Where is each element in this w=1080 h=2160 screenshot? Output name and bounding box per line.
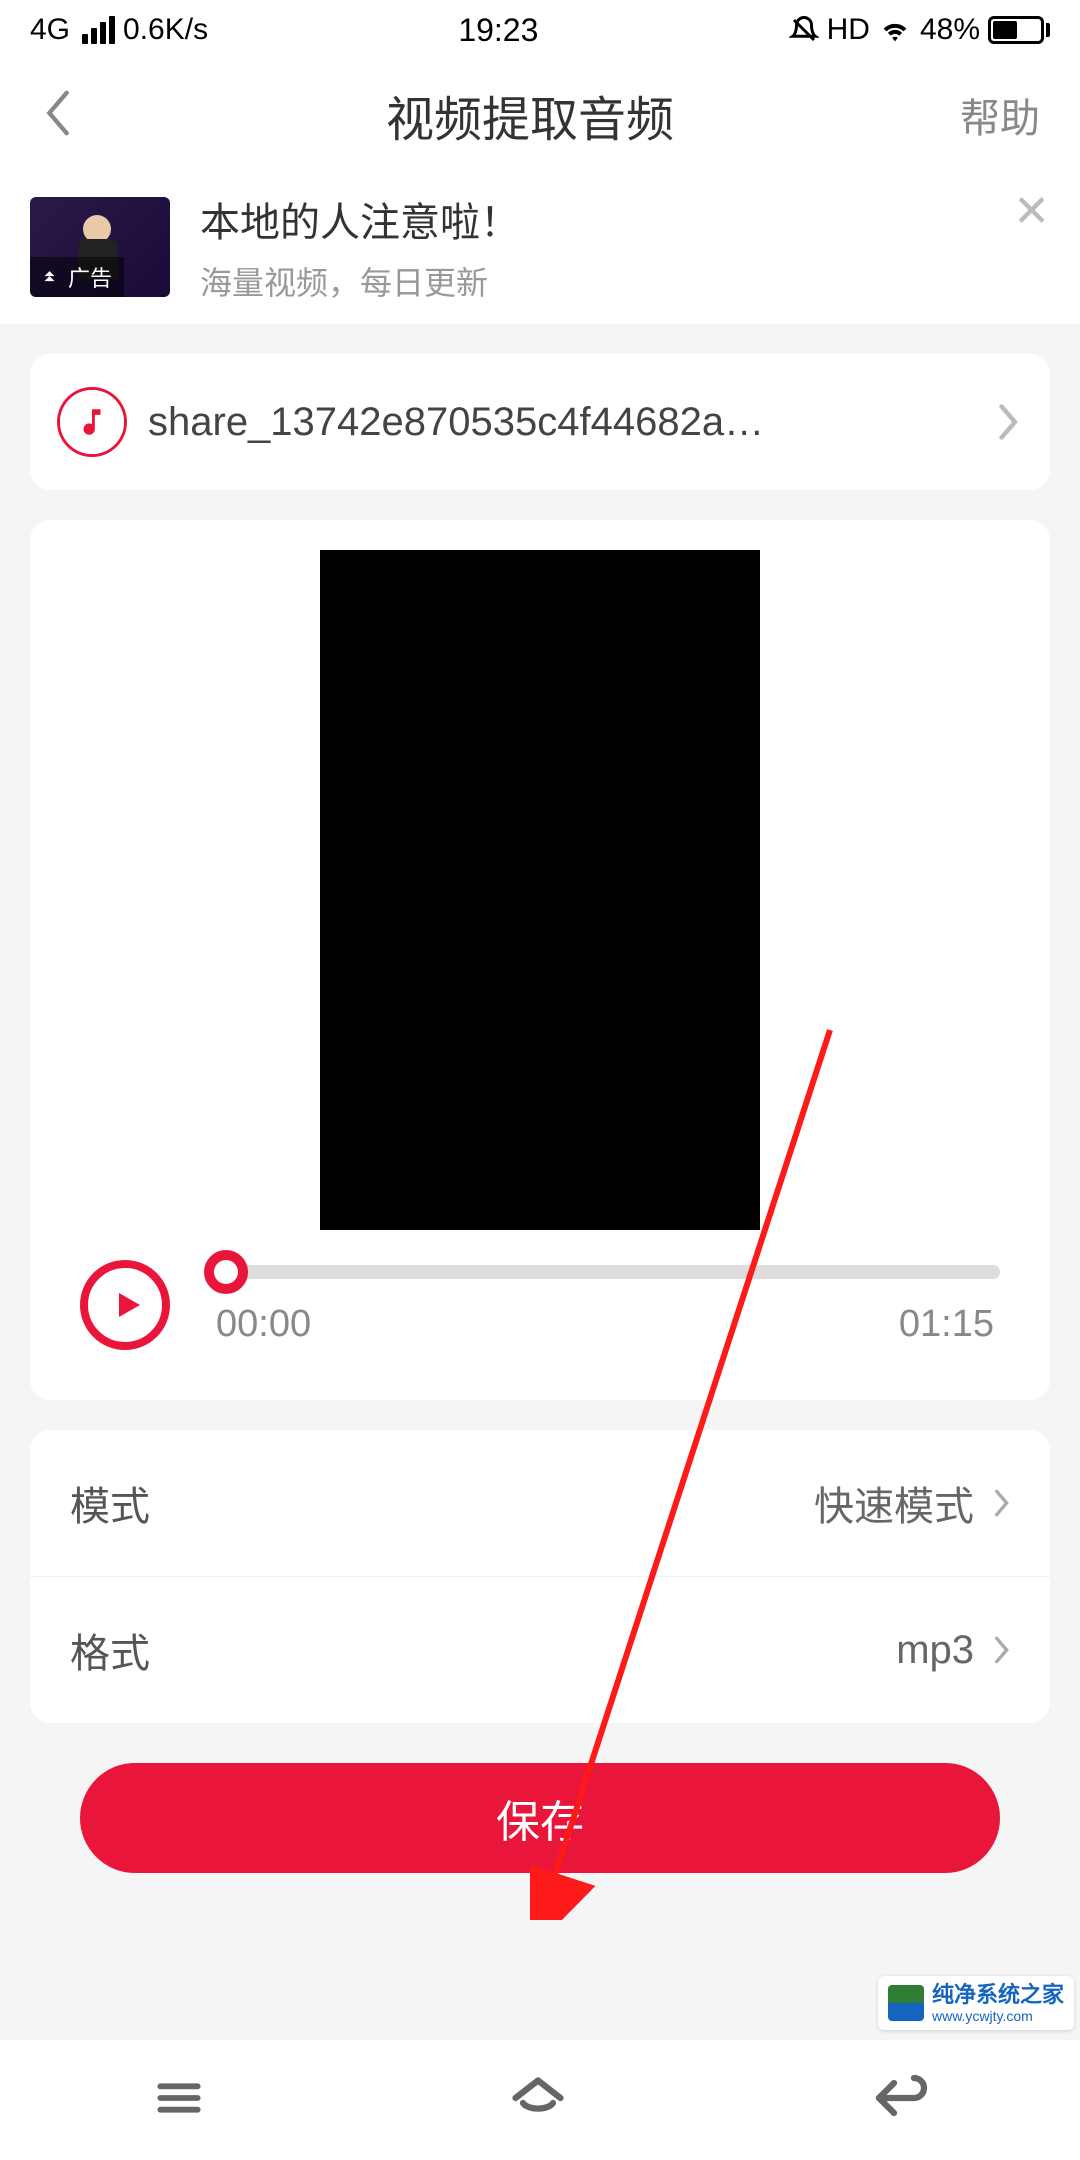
- battery-icon: [988, 16, 1050, 44]
- file-name: share_13742e870535c4f44682a…: [148, 400, 968, 445]
- ad-title: 本地的人注意啦！: [200, 190, 1050, 248]
- status-left: 4G 0.6K/s: [30, 13, 208, 47]
- ad-close-button[interactable]: ✕: [1013, 190, 1050, 234]
- file-row[interactable]: share_13742e870535c4f44682a…: [30, 354, 1050, 490]
- mode-row[interactable]: 模式 快速模式: [30, 1430, 1050, 1576]
- file-card: share_13742e870535c4f44682a…: [30, 354, 1050, 490]
- battery-percent: 48%: [920, 13, 980, 47]
- ad-thumbnail: 广告: [30, 197, 170, 297]
- watermark-logo-icon: [888, 1985, 924, 2021]
- format-label: 格式: [70, 1621, 150, 1679]
- help-button[interactable]: 帮助: [960, 86, 1040, 144]
- mode-value: 快速模式: [814, 1474, 974, 1532]
- hd-indicator: HD: [827, 13, 870, 47]
- watermark-title: 纯净系统之家: [932, 1982, 1064, 2007]
- system-nav-bar: [0, 2040, 1080, 2160]
- play-button[interactable]: [80, 1260, 170, 1350]
- watermark: 纯净系统之家 www.ycwjty.com: [878, 1976, 1074, 2030]
- page-title: 视频提取音频: [386, 80, 674, 150]
- video-preview[interactable]: [320, 550, 760, 1230]
- ad-subtitle: 海量视频，每日更新: [200, 258, 1050, 304]
- time-total: 01:15: [899, 1303, 994, 1346]
- settings-card: 模式 快速模式 格式 mp3: [30, 1430, 1050, 1723]
- clock: 19:23: [458, 12, 538, 49]
- mode-label: 模式: [70, 1474, 150, 1532]
- player-card: 00:00 01:15: [30, 520, 1050, 1400]
- sys-back-button[interactable]: [869, 2068, 929, 2133]
- network-speed: 0.6K/s: [123, 13, 208, 47]
- chevron-right-icon: [990, 1487, 1010, 1519]
- status-right: HD 48%: [789, 13, 1050, 47]
- network-type: 4G: [30, 13, 70, 47]
- chevron-right-icon: [992, 402, 1020, 442]
- status-bar: 4G 0.6K/s 19:23 HD 48%: [0, 0, 1080, 60]
- alarm-off-icon: [789, 15, 819, 45]
- signal-icon: [82, 16, 115, 44]
- app-nav-bar: 视频提取音频 帮助: [0, 60, 1080, 170]
- watermark-url: www.ycwjty.com: [932, 2008, 1064, 2024]
- save-button[interactable]: 保存: [80, 1763, 1000, 1873]
- format-value: mp3: [896, 1628, 974, 1673]
- back-button[interactable]: [40, 87, 100, 144]
- chevron-right-icon: [990, 1634, 1010, 1666]
- recents-button[interactable]: [151, 2070, 207, 2131]
- music-icon: [60, 390, 124, 454]
- format-row[interactable]: 格式 mp3: [30, 1576, 1050, 1723]
- time-current: 00:00: [216, 1303, 311, 1346]
- ad-banner[interactable]: 广告 本地的人注意啦！ 海量视频，每日更新 ✕: [0, 170, 1080, 324]
- wifi-icon: [878, 13, 912, 47]
- ad-badge: 广告: [30, 257, 124, 297]
- seek-slider[interactable]: [210, 1265, 1000, 1279]
- home-button[interactable]: [508, 2068, 568, 2133]
- seek-thumb[interactable]: [204, 1250, 248, 1294]
